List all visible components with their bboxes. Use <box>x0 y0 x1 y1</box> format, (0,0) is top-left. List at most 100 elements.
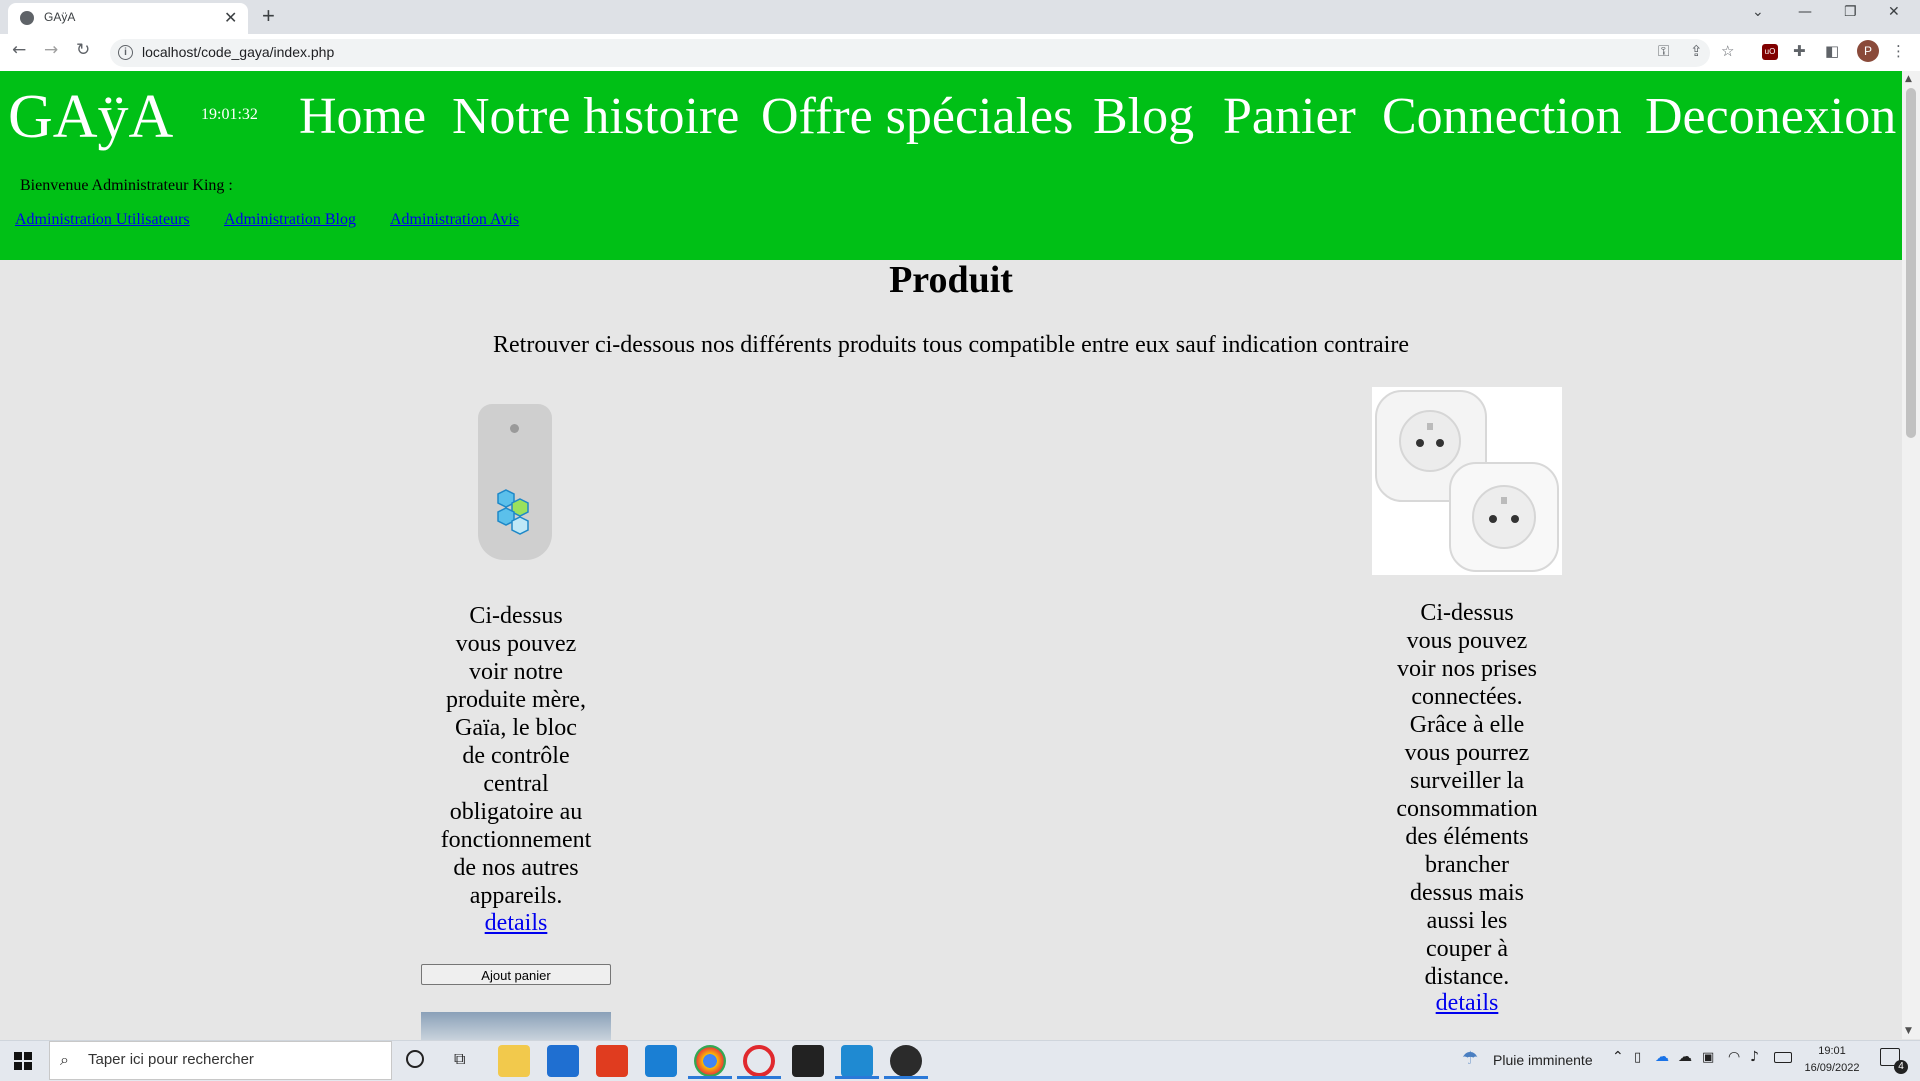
restore-icon[interactable]: ❐ <box>1844 4 1857 20</box>
terminal-icon[interactable] <box>792 1045 824 1077</box>
side-panel-icon[interactable]: ◧ <box>1825 42 1839 60</box>
nav-blog[interactable]: Blog <box>1093 84 1194 150</box>
add-to-cart-button[interactable]: Ajout panier <box>421 964 611 985</box>
tray-cloud-alert-icon[interactable]: ☁ <box>1678 1049 1692 1065</box>
desc-line: appareils. <box>469 883 563 909</box>
microsoft-store-icon[interactable] <box>547 1045 579 1077</box>
globe-icon <box>20 11 34 25</box>
desc-line: brancher <box>1425 852 1509 878</box>
desc-line: voir notre <box>469 659 563 685</box>
minimize-icon[interactable]: — <box>1798 4 1812 20</box>
page-title: Produit <box>889 259 1013 301</box>
desc-line: de nos autres <box>453 855 579 881</box>
product-1-details-link[interactable]: details <box>421 910 611 937</box>
weather-rain-icon[interactable]: ☂ <box>1462 1048 1478 1069</box>
desc-line: obligatoire au <box>449 799 583 825</box>
desc-line: distance. <box>1424 964 1510 990</box>
scroll-up-icon[interactable]: ▲ <box>1905 74 1912 84</box>
ublock-extension-icon[interactable]: uO <box>1762 44 1778 60</box>
smart-plug-image <box>1372 387 1562 575</box>
browser-tab-bar <box>0 0 1920 34</box>
github-desktop-icon[interactable] <box>890 1045 922 1077</box>
desc-line: central <box>483 771 549 797</box>
cortana-icon[interactable] <box>406 1050 424 1068</box>
nav-offre-speciales[interactable]: Offre spéciales <box>761 84 1073 150</box>
nav-connection[interactable]: Connection <box>1382 84 1622 150</box>
battery-icon[interactable] <box>1774 1052 1792 1063</box>
menu-kebab-icon[interactable]: ⋮ <box>1891 42 1906 60</box>
nav-home[interactable]: Home <box>299 84 426 150</box>
intro-text: Retrouver ci-dessous nos différents prod… <box>493 332 1409 358</box>
next-product-image <box>421 1012 611 1040</box>
nav-notre-histoire[interactable]: Notre histoire <box>452 84 739 150</box>
admin-reviews-link[interactable]: Administration Avis <box>390 211 519 229</box>
scroll-down-icon[interactable]: ▼ <box>1905 1026 1912 1036</box>
desc-line: vous pouvez <box>1406 628 1528 654</box>
weather-text[interactable]: Pluie imminente <box>1493 1052 1593 1068</box>
admin-blog-link[interactable]: Administration Blog <box>224 211 356 229</box>
tray-device-icon[interactable]: ▯ <box>1634 1050 1641 1065</box>
product-2-description: Ci-dessus vous pouvez voir nos prises co… <box>1372 599 1562 991</box>
desc-line: Ci-dessus <box>1420 600 1514 626</box>
task-view-icon[interactable]: ⧉ <box>454 1049 465 1069</box>
vscode-icon[interactable] <box>841 1045 873 1077</box>
desc-line: Gaïa, le bloc <box>455 715 577 741</box>
desc-line: dessus mais <box>1410 880 1524 906</box>
url-text[interactable]: localhost/code_gaya/index.php <box>142 44 334 60</box>
extensions-puzzle-icon[interactable]: ✚ <box>1793 42 1806 60</box>
desc-line: connectées. <box>1411 684 1523 710</box>
desc-line: consommation <box>1396 796 1538 822</box>
desc-line: aussi les <box>1426 908 1508 934</box>
search-placeholder[interactable]: Taper ici pour rechercher <box>88 1051 254 1068</box>
hub-indicator-dot <box>510 424 519 433</box>
volume-icon[interactable]: ♪ <box>1750 1049 1759 1065</box>
back-icon[interactable]: ← <box>12 40 26 60</box>
browser-tab[interactable]: GAÿA ✕ <box>8 3 248 34</box>
chrome-icon[interactable] <box>694 1045 726 1077</box>
vscode-active-indicator <box>835 1076 879 1079</box>
desc-line: surveiller la <box>1410 768 1524 794</box>
mail-icon[interactable] <box>645 1045 677 1077</box>
close-tab-icon[interactable]: ✕ <box>224 8 237 28</box>
taskbar-date[interactable]: 16/09/2022 <box>1796 1062 1868 1074</box>
opera-active-indicator <box>737 1076 781 1079</box>
address-bar[interactable] <box>110 39 1710 67</box>
product-1-description: Ci-dessus vous pouvez voir notre produit… <box>421 602 611 910</box>
taskbar-time[interactable]: 19:01 <box>1796 1045 1868 1057</box>
key-icon[interactable]: ⚿ <box>1658 42 1669 60</box>
site-info-icon[interactable]: i <box>118 45 133 60</box>
desc-line: vous pouvez <box>455 631 577 657</box>
reload-icon[interactable]: ↻ <box>76 40 90 60</box>
forward-icon[interactable]: → <box>44 40 58 60</box>
close-window-icon[interactable]: ✕ <box>1888 4 1900 20</box>
bookmark-star-icon[interactable]: ☆ <box>1721 42 1734 60</box>
tab-title: GAÿA <box>44 10 76 24</box>
opera-icon[interactable] <box>743 1045 775 1077</box>
admin-users-link[interactable]: Administration Utilisateurs <box>15 211 190 229</box>
desc-line: couper à <box>1426 936 1508 962</box>
file-explorer-icon[interactable] <box>498 1045 530 1077</box>
office-icon[interactable] <box>596 1045 628 1077</box>
tray-display-icon[interactable]: ▣ <box>1702 1050 1714 1065</box>
scrollbar-thumb[interactable] <box>1906 88 1916 438</box>
desc-line: produite mère, <box>446 687 586 713</box>
product-2-details-link[interactable]: details <box>1372 990 1562 1017</box>
share-icon[interactable]: ⇪ <box>1690 42 1703 60</box>
tab-search-icon[interactable]: ⌄ <box>1752 4 1764 20</box>
new-tab-icon[interactable]: + <box>262 4 275 28</box>
hexagon-logo-icon <box>497 489 529 535</box>
notification-count-badge: 4 <box>1894 1060 1908 1074</box>
header-clock: 19:01:32 <box>201 106 258 123</box>
wifi-icon[interactable]: ◠ <box>1728 1049 1740 1065</box>
windows-icon[interactable] <box>14 1052 32 1070</box>
site-logo[interactable]: GAÿA <box>8 78 173 156</box>
welcome-message: Bienvenue Administrateur King : <box>20 177 233 194</box>
nav-panier[interactable]: Panier <box>1223 84 1356 150</box>
nav-deconexion[interactable]: Deconexion <box>1645 84 1896 150</box>
tray-chevron-up-icon[interactable]: ⌃ <box>1612 1049 1624 1065</box>
desc-line: de contrôle <box>462 743 570 769</box>
search-icon: ⌕ <box>60 1050 69 1069</box>
desc-line: vous pourrez <box>1404 740 1530 766</box>
onedrive-icon[interactable]: ☁ <box>1655 1049 1669 1065</box>
profile-avatar[interactable]: P <box>1857 40 1879 62</box>
